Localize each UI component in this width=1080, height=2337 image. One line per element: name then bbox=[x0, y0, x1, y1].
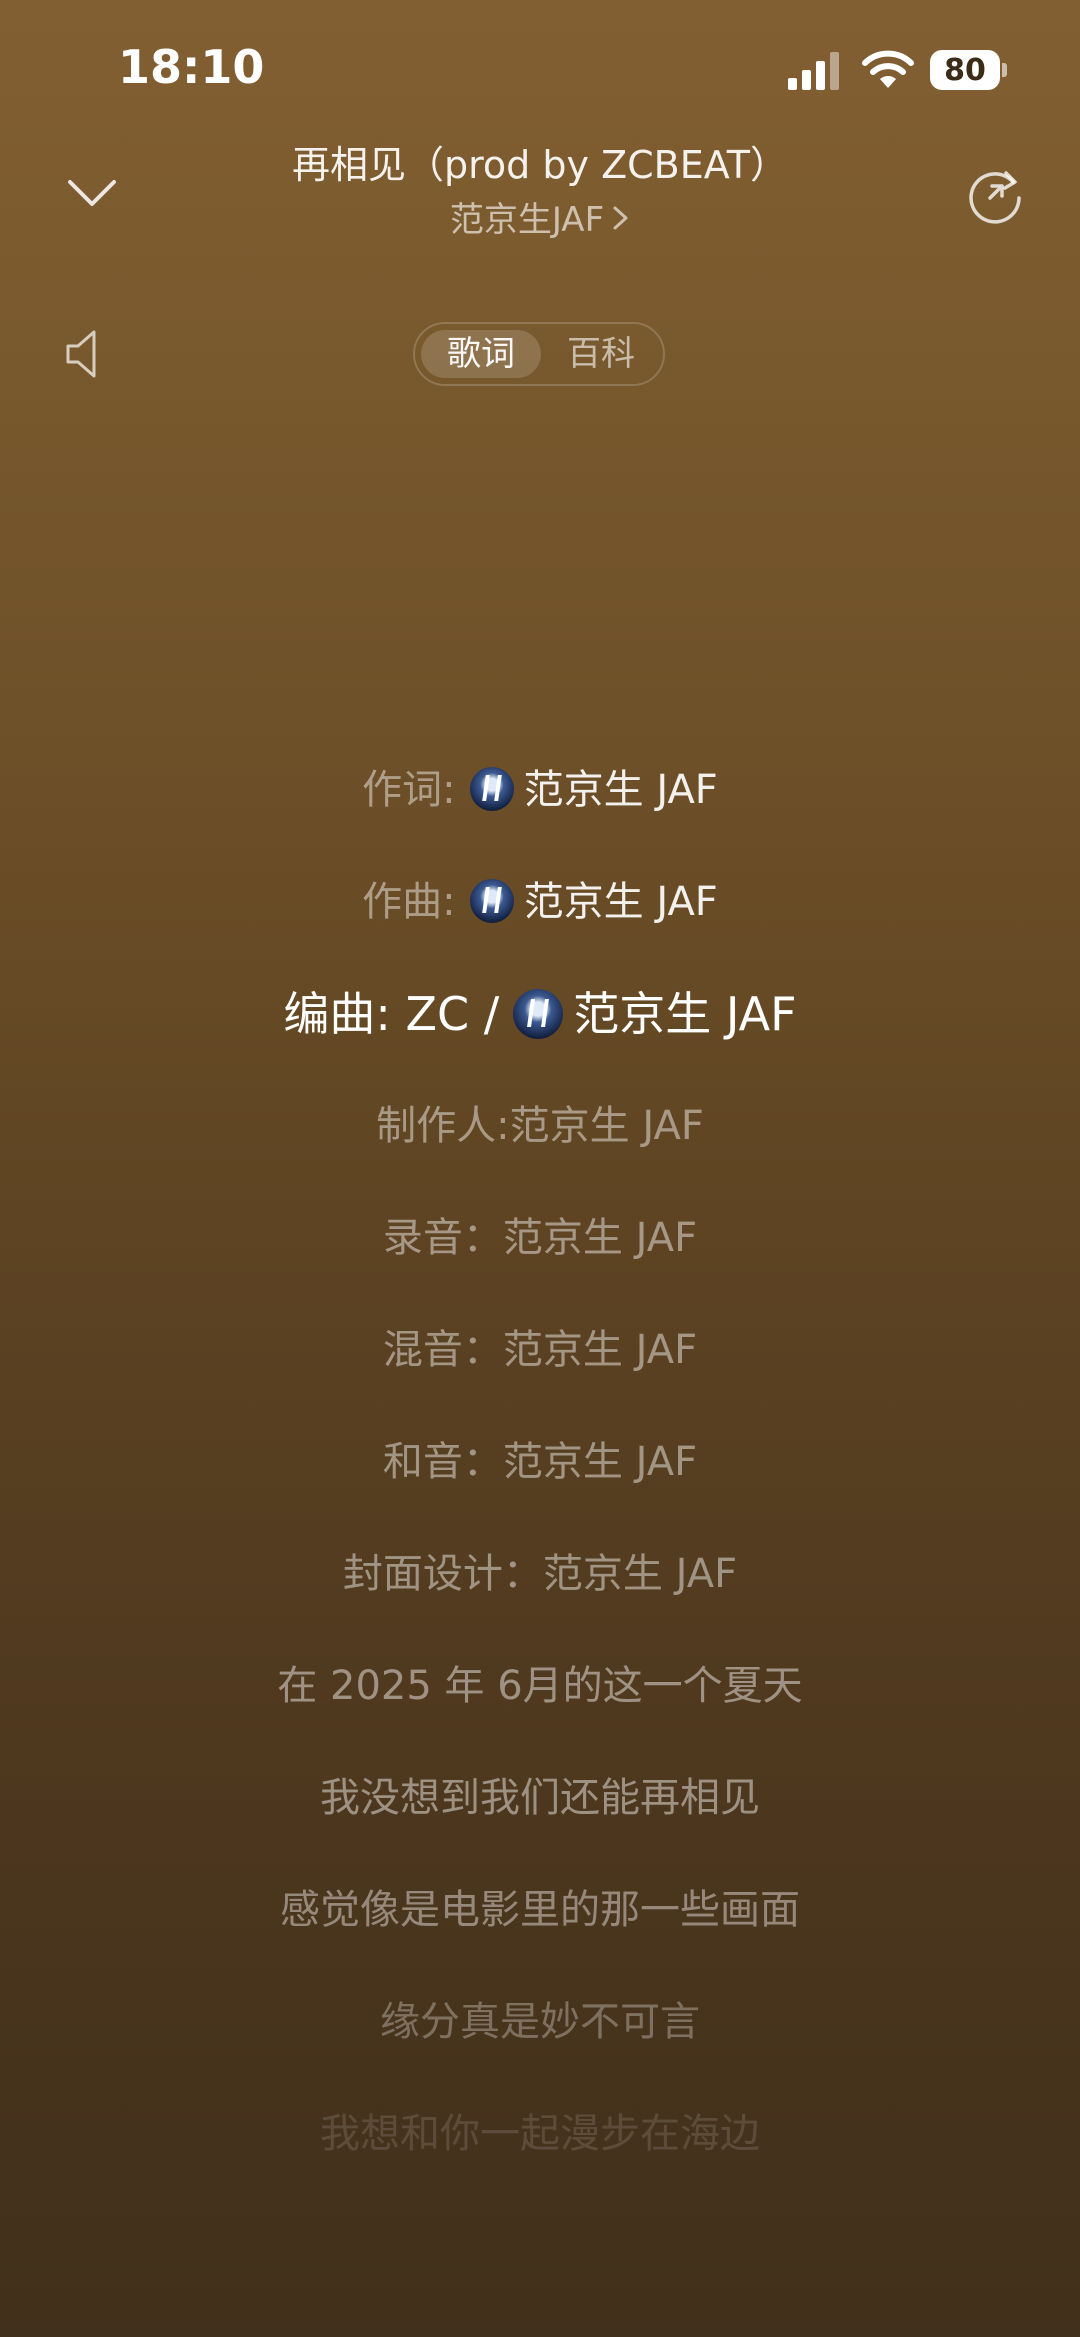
lyric-line[interactable]: 封面设计：范京生 JAF bbox=[0, 1544, 1080, 1604]
battery-indicator: 80 bbox=[930, 50, 1007, 90]
wifi-icon bbox=[862, 50, 914, 88]
lyric-line[interactable]: 作词: 范京生 JAF bbox=[0, 760, 1080, 820]
avatar bbox=[469, 767, 514, 811]
avatar bbox=[469, 879, 514, 923]
status-bar: 18:10 80 bbox=[0, 0, 1080, 140]
cellular-signal-icon bbox=[788, 52, 839, 90]
refresh-icon[interactable] bbox=[962, 162, 1028, 228]
lyric-line[interactable]: 和音：范京生 JAF bbox=[0, 1432, 1080, 1492]
tab-lyrics[interactable]: 歌词 bbox=[421, 330, 541, 378]
status-time: 18:10 bbox=[118, 40, 265, 94]
lyric-line[interactable]: 我没想到我们还能再相见 bbox=[0, 1768, 1080, 1828]
battery-level: 80 bbox=[930, 50, 1000, 90]
lyric-line[interactable]: 我想和你一起漫步在海边 bbox=[0, 2104, 1080, 2164]
lyric-line[interactable]: 感觉像是电影里的那一些画面 bbox=[0, 1880, 1080, 1940]
lyric-line[interactable]: 缘分真是妙不可言 bbox=[0, 1992, 1080, 2052]
lyric-line[interactable]: 在 2025 年 6月的这一个夏天 bbox=[0, 1656, 1080, 1716]
song-title: 再相见（prod by ZCBEAT） bbox=[292, 143, 788, 187]
avatar bbox=[513, 989, 564, 1039]
tab-wiki[interactable]: 百科 bbox=[545, 330, 657, 378]
lyric-line[interactable]: 制作人:范京生 JAF bbox=[0, 1096, 1080, 1156]
artist-name: 范京生JAF bbox=[449, 200, 605, 240]
lyric-line[interactable]: 录音：范京生 JAF bbox=[0, 1208, 1080, 1268]
chevron-right-icon bbox=[612, 198, 630, 242]
speaker-icon[interactable] bbox=[64, 326, 104, 382]
lyric-line-current[interactable]: 编曲: ZC / 范京生 JAF bbox=[0, 984, 1080, 1044]
lyric-line[interactable]: 混音：范京生 JAF bbox=[0, 1320, 1080, 1380]
battery-tip bbox=[1002, 63, 1007, 77]
lyrics-wiki-toggle: 歌词 百科 bbox=[413, 322, 665, 386]
lyric-line[interactable]: 作曲: 范京生 JAF bbox=[0, 872, 1080, 932]
artist-link[interactable]: 范京生JAF bbox=[0, 198, 1080, 242]
player-header: 再相见（prod by ZCBEAT） 范京生JAF bbox=[0, 140, 1080, 260]
